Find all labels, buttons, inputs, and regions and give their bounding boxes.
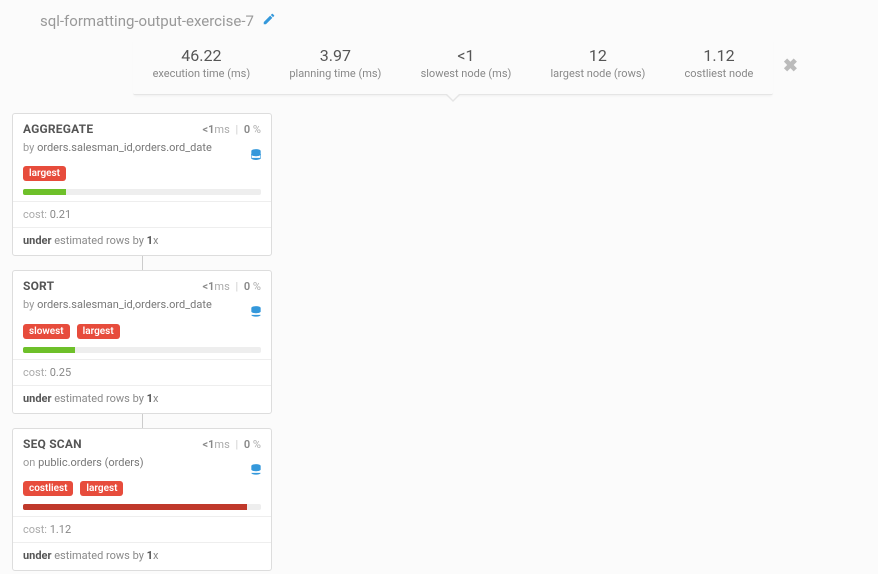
stat-label: costliest node [685, 67, 754, 80]
stat-label: planning time (ms) [289, 67, 381, 80]
node-tags: costliest largest [23, 476, 261, 496]
node-tags: largest [23, 161, 261, 181]
connector [142, 256, 143, 270]
divider [13, 516, 271, 517]
divider [13, 201, 271, 202]
plan-node-seqscan[interactable]: SEQ SCAN <1ms | 0 % on public.orders (or… [12, 428, 272, 571]
header: sql-formatting-output-exercise-7 46.22 e… [0, 0, 878, 95]
stat-label: largest node (rows) [551, 67, 646, 80]
node-header: AGGREGATE <1ms | 0 % [23, 122, 261, 136]
divider [13, 227, 271, 228]
node-header: SEQ SCAN <1ms | 0 % [23, 437, 261, 451]
node-title: AGGREGATE [23, 122, 93, 136]
stat-planning-time: 3.97 planning time (ms) [289, 46, 381, 80]
plan-tree: AGGREGATE <1ms | 0 % by orders.salesman_… [0, 95, 878, 571]
stat-slowest-node: <1 slowest node (ms) [421, 46, 512, 80]
plan-node-aggregate[interactable]: AGGREGATE <1ms | 0 % by orders.salesman_… [12, 113, 272, 256]
plan-node-sort[interactable]: SORT <1ms | 0 % by orders.salesman_id,or… [12, 270, 272, 413]
stat-value: 46.22 [153, 46, 251, 65]
tag-costliest: costliest [23, 481, 73, 496]
divider [13, 542, 271, 543]
node-title: SORT [23, 279, 54, 293]
cost-bar-fill [23, 504, 247, 510]
tag-largest: largest [80, 481, 123, 496]
divider [13, 359, 271, 360]
node-cost: cost: 1.12 [23, 523, 261, 536]
database-icon[interactable] [249, 148, 263, 166]
node-subtext: on public.orders (orders) [23, 455, 261, 470]
stat-value: 12 [551, 46, 646, 65]
stat-label: execution time (ms) [153, 67, 251, 80]
tag-largest: largest [23, 166, 66, 181]
edit-icon[interactable] [262, 12, 276, 30]
node-timing: <1ms | 0 % [203, 123, 261, 136]
cost-bar-fill [23, 189, 66, 195]
page-title: sql-formatting-output-exercise-7 [40, 12, 254, 30]
cost-bar [23, 347, 261, 353]
node-cost: cost: 0.21 [23, 208, 261, 221]
node-title: SEQ SCAN [23, 437, 82, 451]
stat-costliest-node: 1.12 costliest node [685, 46, 754, 80]
node-subtext: by orders.salesman_id,orders.ord_date [23, 297, 261, 312]
close-icon[interactable]: ✖ [783, 56, 798, 77]
stat-value: <1 [421, 46, 512, 65]
stat-value: 3.97 [289, 46, 381, 65]
stat-execution-time: 46.22 execution time (ms) [153, 46, 251, 80]
stat-label: slowest node (ms) [421, 67, 512, 80]
tag-largest: largest [77, 324, 120, 339]
title-row: sql-formatting-output-exercise-7 [40, 12, 866, 30]
divider [13, 385, 271, 386]
cost-bar [23, 189, 261, 195]
connector [142, 414, 143, 428]
node-cost: cost: 0.25 [23, 366, 261, 379]
node-timing: <1ms | 0 % [203, 280, 261, 293]
node-estimate: under estimated rows by 1x [23, 549, 261, 562]
node-timing: <1ms | 0 % [203, 438, 261, 451]
node-tags: slowest largest [23, 319, 261, 339]
cost-bar-fill [23, 347, 75, 353]
stats-bar: 46.22 execution time (ms) 3.97 planning … [133, 38, 773, 95]
stat-largest-node: 12 largest node (rows) [551, 46, 646, 80]
node-estimate: under estimated rows by 1x [23, 392, 261, 405]
database-icon[interactable] [249, 463, 263, 481]
node-header: SORT <1ms | 0 % [23, 279, 261, 293]
node-estimate: under estimated rows by 1x [23, 234, 261, 247]
stat-value: 1.12 [685, 46, 754, 65]
database-icon[interactable] [249, 305, 263, 323]
node-subtext: by orders.salesman_id,orders.ord_date [23, 140, 261, 155]
cost-bar [23, 504, 261, 510]
tag-slowest: slowest [23, 324, 70, 339]
